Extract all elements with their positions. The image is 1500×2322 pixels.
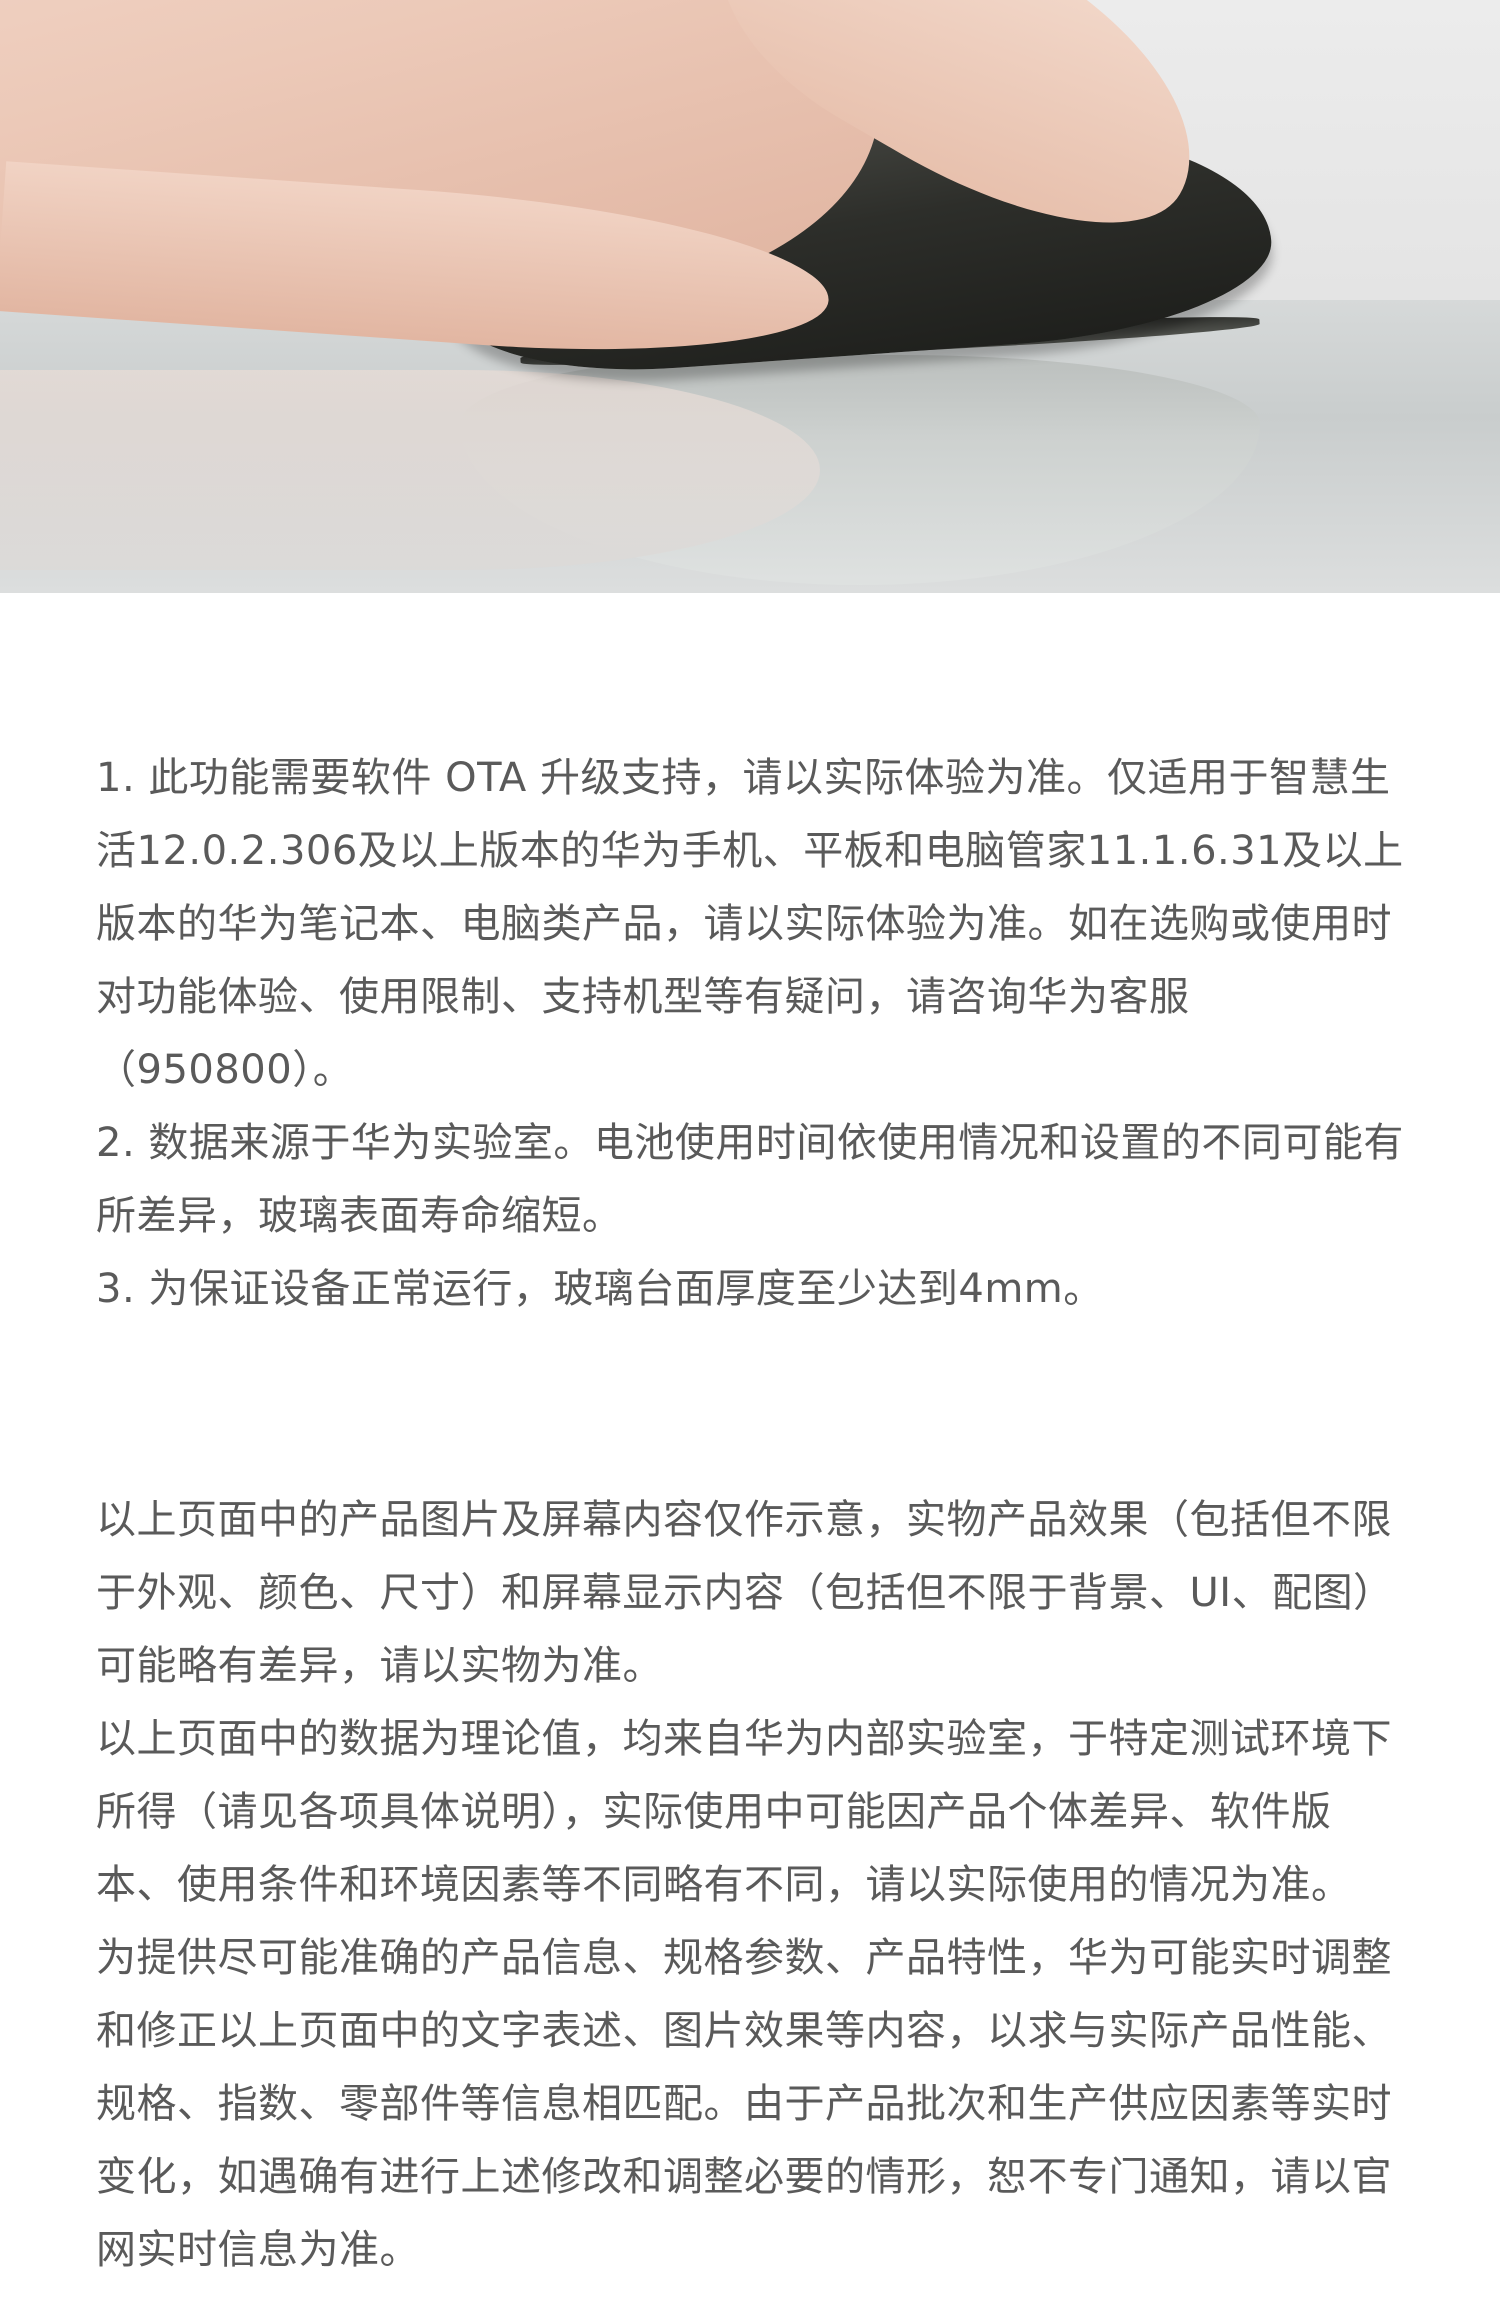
disclaimer-paragraph-2: 以上页面中的数据为理论值，均来自华为内部实验室，于特定测试环境下所得（请见各项具… [96,1716,1392,1908]
footnote-2: 2. 数据来源于华为实验室。电池使用时间依使用情况和设置的不同可能有所差异，玻璃… [96,1120,1404,1239]
hand-reflection [0,370,820,570]
legal-disclaimer: 以上页面中的产品图片及屏幕内容仅作示意，实物产品效果（包括但不限于外观、颜色、尺… [96,1484,1406,2287]
product-photo [0,0,1500,593]
disclaimer-paragraph-3: 为提供尽可能准确的产品信息、规格参数、产品特性，华为可能实时调整和修正以上页面中… [96,1935,1392,2273]
footnote-1: 1. 此功能需要软件 OTA 升级支持，请以实际体验为准。仅适用于智慧生活12.… [96,755,1404,1093]
footnote-3: 3. 为保证设备正常运行，玻璃台面厚度至少达到4mm。 [96,1266,1104,1312]
disclaimer-paragraph-1: 以上页面中的产品图片及屏幕内容仅作示意，实物产品效果（包括但不限于外观、颜色、尺… [96,1497,1394,1689]
footnotes: 1. 此功能需要软件 OTA 升级支持，请以实际体验为准。仅适用于智慧生活12.… [96,742,1406,1326]
